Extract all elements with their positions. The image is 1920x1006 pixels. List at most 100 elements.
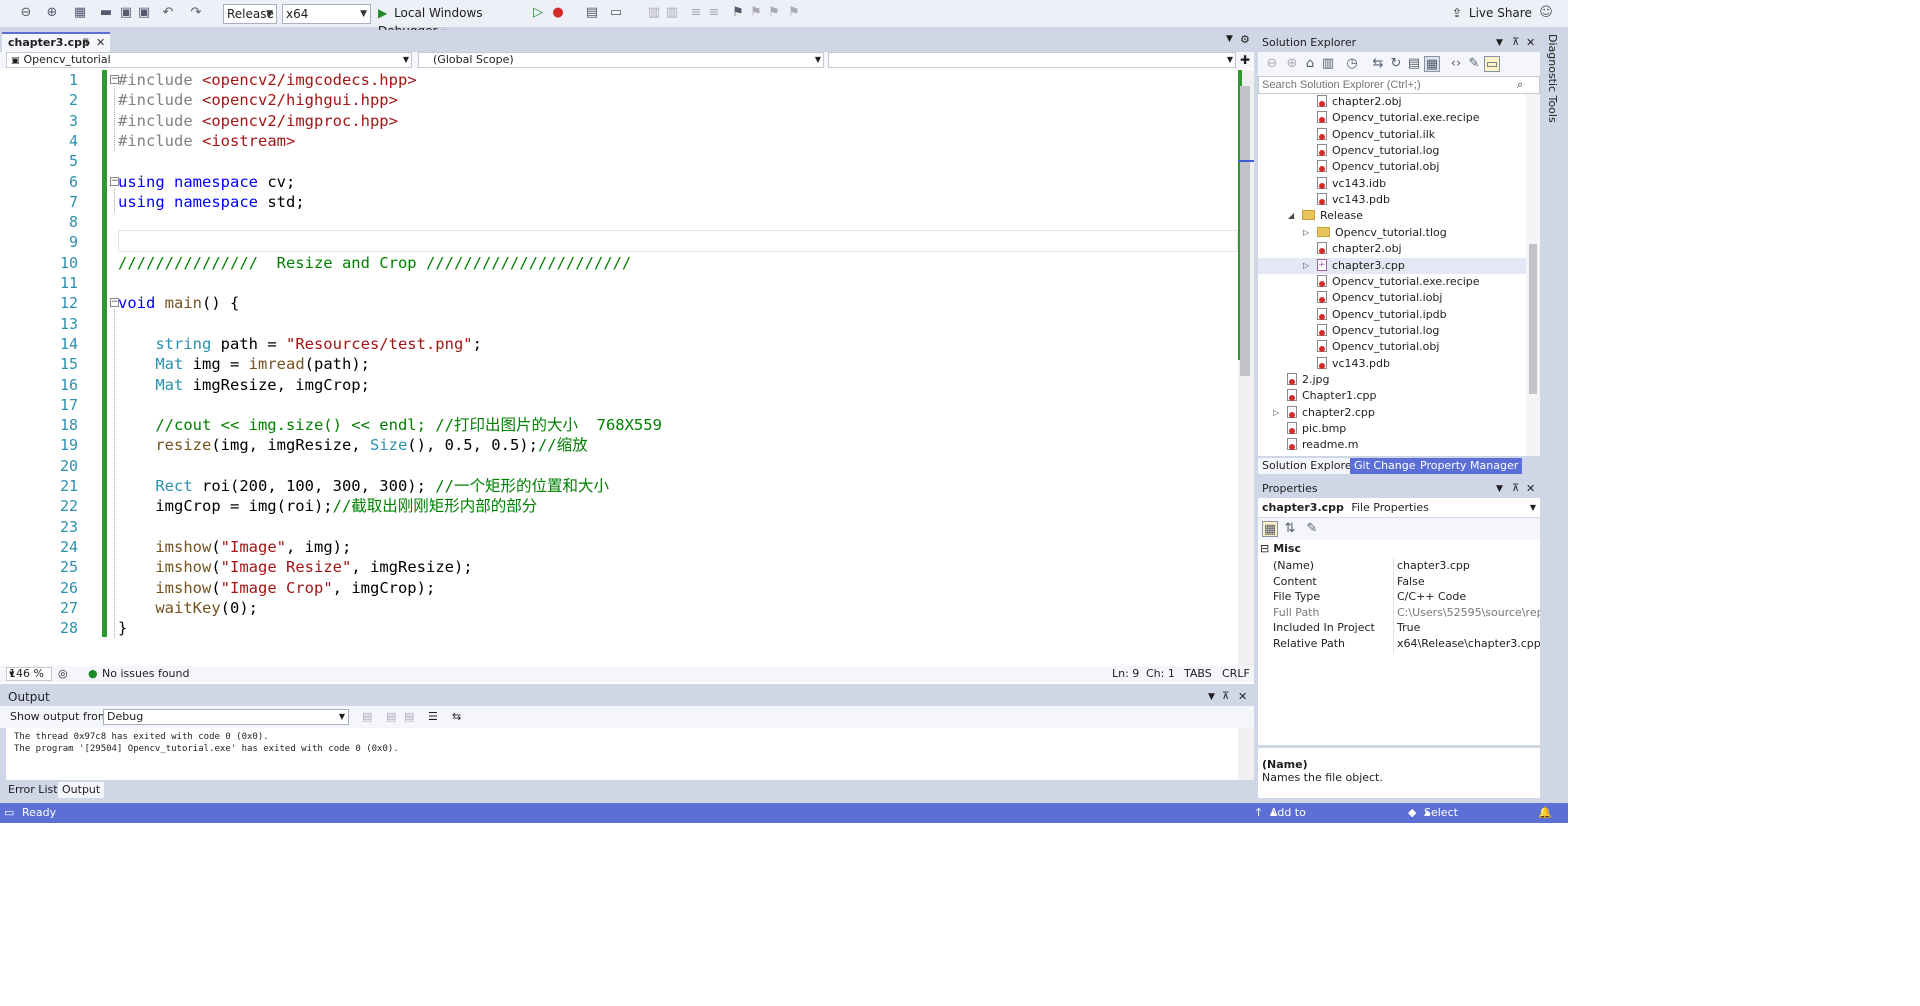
- tree-item[interactable]: ◢ Release: [1258, 208, 1526, 224]
- tab-output[interactable]: Output: [58, 782, 105, 798]
- properties-icon[interactable]: ✎: [1466, 56, 1482, 72]
- start-debugger-button[interactable]: ▶ Local Windows Debugger ▼: [378, 4, 528, 38]
- tab-chapter3-cpp[interactable]: chapter3.cpp ⊼ ✕: [2, 32, 110, 52]
- tree-item[interactable]: Opencv_tutorial.ipdb: [1258, 307, 1526, 323]
- collapse-all-icon[interactable]: ▤: [1406, 56, 1422, 72]
- property-row[interactable]: Full Path C:\Users\52595\source\repos\: [1258, 605, 1540, 621]
- tree-item[interactable]: Opencv_tutorial.exe.recipe: [1258, 274, 1526, 290]
- redo-icon[interactable]: ↷: [188, 5, 204, 21]
- tree-item[interactable]: Opencv_tutorial.log: [1258, 143, 1526, 159]
- alphabetical-icon[interactable]: ⇅: [1282, 521, 1298, 537]
- issues-status[interactable]: No issues found: [102, 666, 189, 682]
- collapsed-arrow-icon[interactable]: ▷: [1303, 225, 1309, 241]
- pin-icon[interactable]: ⊼: [1512, 34, 1519, 52]
- tree-item[interactable]: pic.bmp: [1258, 421, 1526, 437]
- tree-item[interactable]: Opencv_tutorial.obj: [1258, 339, 1526, 355]
- open-folder-icon[interactable]: ▬: [98, 5, 114, 21]
- home-icon[interactable]: ⌂: [1302, 56, 1318, 72]
- scope-select[interactable]: (Global Scope) ▼: [418, 52, 824, 68]
- tree-item[interactable]: 2.jpg: [1258, 372, 1526, 388]
- tree-item[interactable]: Opencv_tutorial.obj: [1258, 159, 1526, 175]
- search-icon[interactable]: ⌕: [1517, 78, 1523, 92]
- chevron-down-icon[interactable]: ▼: [1208, 688, 1215, 706]
- solution-explorer-search-input[interactable]: [1258, 76, 1540, 94]
- split-icon[interactable]: ✚: [1240, 52, 1250, 68]
- tree-item[interactable]: vc143.pdb: [1258, 356, 1526, 372]
- tree-item[interactable]: Opencv_tutorial.ilk: [1258, 127, 1526, 143]
- property-row[interactable]: (Name) chapter3.cpp: [1258, 558, 1540, 574]
- chevron-down-icon[interactable]: ▼: [1496, 34, 1503, 52]
- output-source-select[interactable]: Debug ▼: [103, 709, 349, 725]
- save-icon[interactable]: ▣: [118, 5, 134, 21]
- collapse-icon[interactable]: −: [110, 177, 119, 186]
- collapse-icon[interactable]: −: [110, 75, 119, 84]
- line-number-status[interactable]: Ln: 9: [1112, 666, 1139, 682]
- chevron-down-icon[interactable]: ▼: [1496, 480, 1503, 498]
- tree-item[interactable]: Opencv_tutorial.exe.recipe: [1258, 110, 1526, 126]
- tree-item[interactable]: chapter2.obj: [1258, 241, 1526, 257]
- preview-selected-icon[interactable]: ▭: [1484, 56, 1500, 72]
- browse-icon[interactable]: ▤: [584, 5, 600, 21]
- property-row[interactable]: Content False: [1258, 574, 1540, 590]
- collapse-icon[interactable]: −: [110, 298, 119, 307]
- collapsed-arrow-icon[interactable]: ▷: [1273, 405, 1279, 421]
- property-value[interactable]: False: [1397, 574, 1540, 590]
- clear-all-icon[interactable]: ☰: [428, 706, 438, 728]
- tab-error-list[interactable]: Error List: [4, 782, 62, 798]
- bookmark-icon[interactable]: ⚑: [730, 5, 746, 21]
- back-icon[interactable]: ⊖: [18, 5, 34, 21]
- live-share-button[interactable]: ⇪ Live Share: [1452, 4, 1542, 24]
- notification-icon[interactable]: 🔔: [1538, 803, 1552, 823]
- refresh-icon[interactable]: ↻: [1388, 56, 1404, 72]
- pin-icon[interactable]: ⊼: [82, 37, 89, 51]
- solution-explorer-scrollbar[interactable]: [1526, 94, 1540, 456]
- column-status[interactable]: Ch: 1: [1146, 666, 1175, 682]
- member-select[interactable]: ▼: [828, 52, 1236, 68]
- categorized-icon[interactable]: ▦: [1262, 521, 1278, 537]
- scrollbar-thumb[interactable]: [1240, 86, 1250, 376]
- property-row[interactable]: Included In Project True: [1258, 620, 1540, 636]
- platform-select[interactable]: x64 ▼: [282, 4, 371, 24]
- properties-object-select[interactable]: chapter3.cpp File Properties ▼: [1258, 498, 1540, 518]
- tree-item[interactable]: vc143.pdb: [1258, 192, 1526, 208]
- tab-git-changes[interactable]: Git Changes: [1350, 458, 1426, 474]
- tree-item[interactable]: readme.m: [1258, 437, 1526, 453]
- code-editor[interactable]: 1 #include <opencv2/imgcodecs.hpp> 2 #inclu…: [6, 70, 1238, 666]
- show-all-files-icon[interactable]: ▦: [1424, 56, 1440, 72]
- forward-icon[interactable]: ⊕: [44, 5, 60, 21]
- output-text[interactable]: The thread 0x97c8 has exited with code 0…: [6, 728, 1240, 780]
- tree-item[interactable]: chapter2.obj: [1258, 94, 1526, 110]
- property-value[interactable]: C:\Users\52595\source\repos\: [1397, 605, 1540, 621]
- tree-item[interactable]: ▷ chapter2.cpp: [1258, 405, 1526, 421]
- hot-reload-icon[interactable]: ●: [550, 5, 566, 21]
- view-code-icon[interactable]: ‹›: [1448, 56, 1464, 72]
- zoom-select[interactable]: 146 % ▼: [6, 667, 52, 681]
- property-value[interactable]: True: [1397, 620, 1540, 636]
- pending-changes-icon[interactable]: ◷: [1344, 56, 1360, 72]
- undo-icon[interactable]: ↶: [160, 5, 176, 21]
- window-layout-icon[interactable]: ▭: [608, 5, 624, 21]
- close-icon[interactable]: ✕: [1526, 34, 1535, 52]
- property-row[interactable]: Relative Path x64\Release\chapter3.cpp: [1258, 636, 1540, 652]
- property-row[interactable]: File Type C/C++ Code: [1258, 589, 1540, 605]
- git-icon[interactable]: ◎: [58, 666, 68, 682]
- collapsed-arrow-icon[interactable]: ▷: [1303, 258, 1309, 274]
- line-ending-status[interactable]: CRLF: [1222, 666, 1250, 682]
- pin-icon[interactable]: ⊼: [1512, 480, 1519, 498]
- tree-item[interactable]: vc143.idb: [1258, 176, 1526, 192]
- tab-property-manager[interactable]: Property Manager: [1416, 458, 1523, 474]
- wrench-icon[interactable]: ✎: [1304, 521, 1320, 537]
- configuration-select[interactable]: Release ▼: [223, 4, 277, 24]
- start-without-debugging-icon[interactable]: ▷: [530, 5, 546, 21]
- word-wrap-icon[interactable]: ⇆: [452, 706, 461, 728]
- scrollbar-thumb[interactable]: [1529, 244, 1537, 394]
- output-vertical-scrollbar[interactable]: [1238, 728, 1254, 780]
- collapse-icon[interactable]: ⊟: [1260, 542, 1269, 555]
- tab-solution-explorer[interactable]: Solution Explorer: [1258, 458, 1361, 474]
- expanded-arrow-icon[interactable]: ◢: [1288, 208, 1294, 224]
- save-all-icon[interactable]: ▣: [136, 5, 152, 21]
- diagnostic-tools-tab[interactable]: Diagnostic Tools: [1542, 30, 1564, 130]
- sync-icon[interactable]: ⇆: [1370, 56, 1386, 72]
- property-value[interactable]: C/C++ Code: [1397, 589, 1540, 605]
- feedback-icon[interactable]: ☺: [1538, 5, 1554, 21]
